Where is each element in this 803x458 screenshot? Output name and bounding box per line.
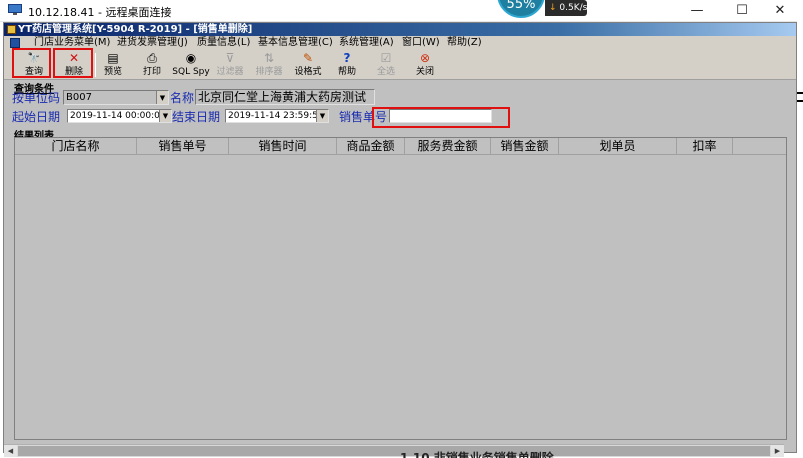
delete-icon: ✕: [68, 51, 80, 65]
select-all-label: 全选: [376, 67, 395, 77]
horizontal-scrollbar[interactable]: ◀ ▶: [4, 444, 784, 457]
sql-spy-icon: ◉: [185, 51, 197, 65]
order-no-label: 销售单号: [339, 110, 388, 124]
sort-icon: ⇅: [263, 51, 275, 65]
unit-code-value: B007: [66, 92, 92, 103]
format-label: 设格式: [294, 67, 322, 77]
help-button[interactable]: ? 帮助: [328, 51, 366, 79]
end-date-value: 2019-11-14 23:59:59: [228, 111, 324, 121]
menu-quality-info[interactable]: 质量信息(L): [197, 36, 250, 50]
table-header: 门店名称 销售单号 销售时间 商品金额 服务费金额 销售金额 划单员 扣率: [15, 138, 786, 155]
column-header[interactable]: 销售金额: [491, 138, 559, 155]
scroll-left-icon[interactable]: ◀: [4, 445, 17, 457]
network-monitor-badge: 55% ↓ 0.5K/s: [497, 0, 591, 18]
maximize-button[interactable]: ☐: [722, 0, 762, 22]
filter-button[interactable]: ⊽ 过滤器: [211, 51, 249, 79]
scrollbar-thumb[interactable]: [18, 446, 770, 456]
filter-icon: ⊽: [225, 51, 235, 65]
menu-store-business[interactable]: 门店业务菜单(M): [34, 36, 110, 50]
column-header[interactable]: 销售单号: [137, 138, 229, 155]
preview-button[interactable]: ▤ 预览: [94, 51, 132, 79]
chevron-down-icon[interactable]: ▼: [159, 110, 171, 122]
preview-icon: ▤: [107, 51, 119, 65]
menu-bar: 门店业务菜单(M) 进货发票管理(J) 质量信息(L) 基本信息管理(C) 系统…: [4, 36, 796, 50]
print-label: 打印: [142, 67, 161, 77]
start-date-label: 起始日期: [12, 110, 61, 124]
app-window: YT药店管理系统[Y-5904 R-2019] - [销售单删除] 门店业务菜单…: [3, 22, 797, 457]
rdp-title-bar: 10.12.18.41 - 远程桌面连接 — ☐ ✕: [0, 0, 797, 22]
rdp-title: 10.12.18.41 - 远程桌面连接: [28, 6, 172, 19]
unit-code-select[interactable]: B007 ▼: [63, 90, 169, 105]
select-all-icon: ☑: [380, 51, 392, 65]
order-no-input[interactable]: [389, 109, 492, 123]
help-label: 帮助: [337, 67, 356, 77]
sql-spy-label: SQL Spy: [172, 67, 210, 77]
cpu-percent: 55%: [497, 0, 545, 18]
download-arrow-icon: ↓: [549, 3, 557, 13]
name-field: 北京同仁堂上海黄浦大药房测试: [195, 89, 375, 105]
background-mark: [797, 92, 803, 94]
network-speed: ↓ 0.5K/s: [545, 0, 587, 16]
query-label: 查询: [24, 67, 43, 77]
chevron-down-icon[interactable]: ▼: [156, 91, 168, 104]
binoculars-icon: 🔭: [27, 53, 41, 64]
help-icon: ?: [343, 51, 351, 65]
desktop-background-edge: [797, 22, 803, 458]
close-window-icon: ⊗: [419, 51, 431, 65]
app-title: YT药店管理系统[Y-5904 R-2019] - [销售单删除]: [18, 24, 253, 35]
results-table[interactable]: 门店名称 销售单号 销售时间 商品金额 服务费金额 销售金额 划单员 扣率: [14, 137, 787, 440]
minimize-button[interactable]: —: [677, 0, 717, 22]
column-header[interactable]: 销售时间: [229, 138, 337, 155]
app-title-bar: YT药店管理系统[Y-5904 R-2019] - [销售单删除]: [4, 23, 796, 36]
scroll-right-icon[interactable]: ▶: [771, 445, 784, 457]
column-header[interactable]: 商品金额: [337, 138, 405, 155]
unit-code-label: 按单位码: [12, 91, 61, 105]
close-window-button[interactable]: ⊗ 关闭: [406, 51, 444, 79]
column-header[interactable]: 扣率: [677, 138, 733, 155]
filter-label: 过滤器: [216, 67, 244, 77]
preview-label: 预览: [103, 67, 122, 77]
remote-desktop-window: 10.12.18.41 - 远程桌面连接 — ☐ ✕ 55% ↓ 0.5K/s …: [0, 0, 803, 458]
print-button[interactable]: ⎙ 打印: [133, 51, 171, 79]
menu-basic-info[interactable]: 基本信息管理(C): [258, 36, 333, 50]
column-header[interactable]: 门店名称: [15, 138, 137, 155]
close-button[interactable]: ✕: [760, 0, 800, 22]
column-header[interactable]: 服务费金额: [405, 138, 491, 155]
delete-button[interactable]: ✕ 删除: [55, 51, 93, 79]
format-icon: ✎: [302, 51, 314, 65]
delete-label: 删除: [64, 67, 83, 77]
start-date-value: 2019-11-14 00:00:00: [70, 111, 166, 121]
query-button[interactable]: 🔭 查询: [15, 51, 53, 79]
close-window-label: 关闭: [415, 67, 434, 77]
menu-system-management[interactable]: 系统管理(A): [339, 36, 394, 50]
column-header[interactable]: 划单员: [559, 138, 677, 155]
end-date-label: 结束日期: [172, 110, 221, 124]
sort-button[interactable]: ⇅ 排序器: [250, 51, 288, 79]
system-menu-icon[interactable]: [10, 38, 20, 48]
sql-spy-button[interactable]: ◉ SQL Spy: [172, 51, 210, 79]
format-button[interactable]: ✎ 设格式: [289, 51, 327, 79]
end-date-picker[interactable]: 2019-11-14 23:59:59 ▼: [225, 109, 329, 123]
menu-help[interactable]: 帮助(Z): [447, 36, 482, 50]
app-icon: [7, 25, 16, 34]
background-mark: [797, 100, 803, 102]
background-document-heading: 1.10 非销售业务销售单删除: [400, 451, 554, 458]
chevron-down-icon[interactable]: ▼: [316, 110, 328, 122]
toolbar: 🔭 查询 ✕ 删除 ▤ 预览 ⎙ 打印 ◉ SQL Spy ⊽ 过滤器 ⇅ 排序…: [4, 50, 796, 80]
select-all-button[interactable]: ☑ 全选: [367, 51, 405, 79]
start-date-picker[interactable]: 2019-11-14 00:00:00 ▼: [67, 109, 172, 123]
menu-window[interactable]: 窗口(W): [402, 36, 440, 50]
speed-value: 0.5K/s: [559, 3, 588, 13]
remote-desktop-icon: [8, 4, 22, 15]
menu-purchase-invoice[interactable]: 进货发票管理(J): [117, 36, 188, 50]
sort-label: 排序器: [255, 67, 283, 77]
printer-icon: ⎙: [147, 51, 157, 65]
name-label: 名称: [170, 91, 195, 105]
